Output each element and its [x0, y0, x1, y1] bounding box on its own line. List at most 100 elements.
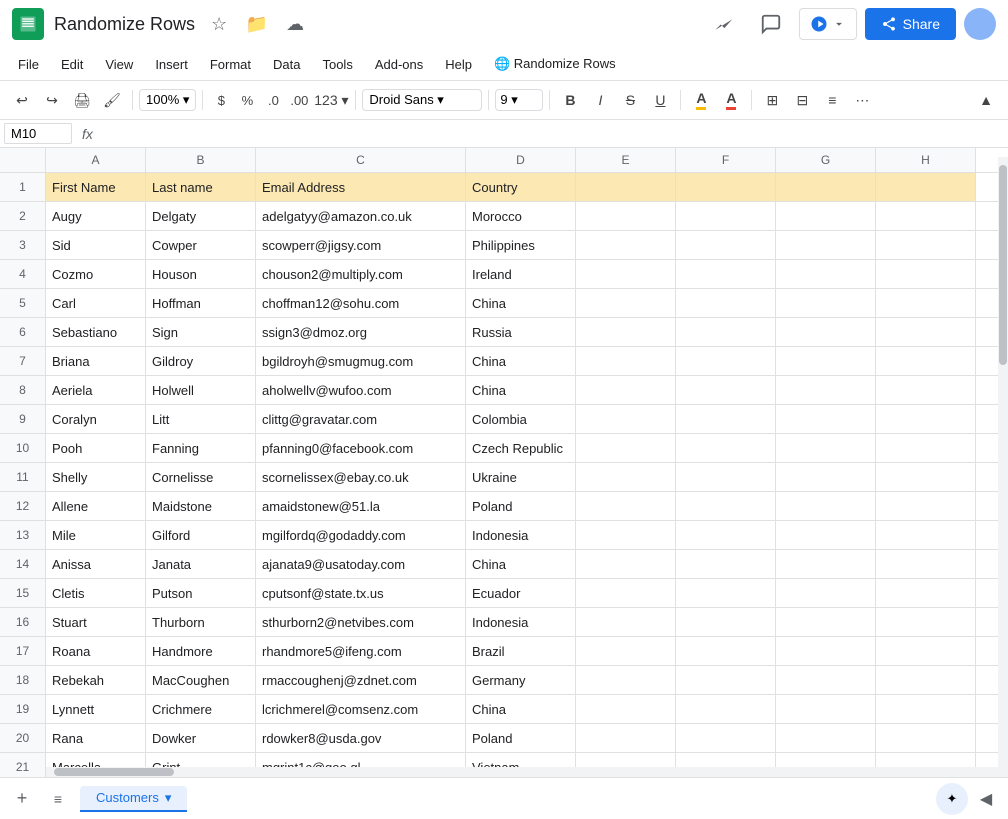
- cell-e7[interactable]: [576, 347, 676, 375]
- cell-a15[interactable]: Cletis: [46, 579, 146, 607]
- cell-b3[interactable]: Cowper: [146, 231, 256, 259]
- cell-h16[interactable]: [876, 608, 976, 636]
- cell-c7[interactable]: bgildroyh@smugmug.com: [256, 347, 466, 375]
- cell-g4[interactable]: [776, 260, 876, 288]
- font-size-selector[interactable]: 9 ▾: [495, 89, 543, 111]
- cell-g19[interactable]: [776, 695, 876, 723]
- cell-a1[interactable]: First Name: [46, 173, 146, 201]
- cell-f11[interactable]: [676, 463, 776, 491]
- menu-edit[interactable]: Edit: [51, 53, 93, 76]
- sheet-tab-customers[interactable]: Customers ▾: [80, 786, 187, 812]
- horizontal-scrollbar[interactable]: [46, 767, 998, 777]
- cell-d18[interactable]: Germany: [466, 666, 576, 694]
- cell-h4[interactable]: [876, 260, 976, 288]
- cell-e4[interactable]: [576, 260, 676, 288]
- cell-c20[interactable]: rdowker8@usda.gov: [256, 724, 466, 752]
- cell-c14[interactable]: ajanata9@usatoday.com: [256, 550, 466, 578]
- cell-c9[interactable]: clittg@gravatar.com: [256, 405, 466, 433]
- explore-button[interactable]: ✦: [936, 783, 968, 815]
- cell-b1[interactable]: Last name: [146, 173, 256, 201]
- comment-icon[interactable]: [751, 4, 791, 44]
- cell-e17[interactable]: [576, 637, 676, 665]
- italic-button[interactable]: I: [586, 86, 614, 114]
- cell-f20[interactable]: [676, 724, 776, 752]
- cell-b18[interactable]: MacCoughen: [146, 666, 256, 694]
- cell-d3[interactable]: Philippines: [466, 231, 576, 259]
- cell-c5[interactable]: choffman12@sohu.com: [256, 289, 466, 317]
- cell-h7[interactable]: [876, 347, 976, 375]
- cell-c18[interactable]: rmaccoughenj@zdnet.com: [256, 666, 466, 694]
- cloud-icon[interactable]: ☁: [281, 10, 309, 38]
- cell-a9[interactable]: Coralyn: [46, 405, 146, 433]
- cell-f10[interactable]: [676, 434, 776, 462]
- cell-f5[interactable]: [676, 289, 776, 317]
- cell-d9[interactable]: Colombia: [466, 405, 576, 433]
- cell-d4[interactable]: Ireland: [466, 260, 576, 288]
- cell-a5[interactable]: Carl: [46, 289, 146, 317]
- cell-h1[interactable]: [876, 173, 976, 201]
- merge-button[interactable]: ⊟: [788, 86, 816, 114]
- cell-g17[interactable]: [776, 637, 876, 665]
- cell-h20[interactable]: [876, 724, 976, 752]
- redo-button[interactable]: ↪: [38, 86, 66, 114]
- cell-a13[interactable]: Mile: [46, 521, 146, 549]
- cell-g12[interactable]: [776, 492, 876, 520]
- cell-f14[interactable]: [676, 550, 776, 578]
- cell-c16[interactable]: sthurborn2@netvibes.com: [256, 608, 466, 636]
- cell-c4[interactable]: chouson2@multiply.com: [256, 260, 466, 288]
- cell-a11[interactable]: Shelly: [46, 463, 146, 491]
- decimal-dec-button[interactable]: .0: [261, 86, 285, 114]
- number-format-button[interactable]: 123 ▾: [313, 86, 349, 114]
- meet-icon[interactable]: [703, 4, 743, 44]
- cell-g16[interactable]: [776, 608, 876, 636]
- cell-e1[interactable]: [576, 173, 676, 201]
- col-header-g[interactable]: G: [776, 148, 876, 172]
- percent-button[interactable]: %: [235, 86, 259, 114]
- col-header-e[interactable]: E: [576, 148, 676, 172]
- cell-g10[interactable]: [776, 434, 876, 462]
- col-header-h[interactable]: H: [876, 148, 976, 172]
- cell-b17[interactable]: Handmore: [146, 637, 256, 665]
- cell-b6[interactable]: Sign: [146, 318, 256, 346]
- cell-a14[interactable]: Anissa: [46, 550, 146, 578]
- cell-c6[interactable]: ssign3@dmoz.org: [256, 318, 466, 346]
- cell-d19[interactable]: China: [466, 695, 576, 723]
- cell-b20[interactable]: Dowker: [146, 724, 256, 752]
- cell-c3[interactable]: scowperr@jigsy.com: [256, 231, 466, 259]
- cell-f19[interactable]: [676, 695, 776, 723]
- menu-view[interactable]: View: [95, 53, 143, 76]
- cell-e11[interactable]: [576, 463, 676, 491]
- font-selector[interactable]: Droid Sans ▾: [362, 89, 482, 111]
- cell-d5[interactable]: China: [466, 289, 576, 317]
- cell-g15[interactable]: [776, 579, 876, 607]
- cell-a17[interactable]: Roana: [46, 637, 146, 665]
- cell-h19[interactable]: [876, 695, 976, 723]
- cell-d15[interactable]: Ecuador: [466, 579, 576, 607]
- cell-e19[interactable]: [576, 695, 676, 723]
- cell-a7[interactable]: Briana: [46, 347, 146, 375]
- menu-insert[interactable]: Insert: [145, 53, 198, 76]
- cell-a2[interactable]: Augy: [46, 202, 146, 230]
- cell-c12[interactable]: amaidstonew@51.la: [256, 492, 466, 520]
- cell-f9[interactable]: [676, 405, 776, 433]
- vertical-scrollbar[interactable]: [998, 157, 1008, 777]
- cell-b5[interactable]: Hoffman: [146, 289, 256, 317]
- cell-h18[interactable]: [876, 666, 976, 694]
- cell-e10[interactable]: [576, 434, 676, 462]
- underline-button[interactable]: U: [646, 86, 674, 114]
- menu-format[interactable]: Format: [200, 53, 261, 76]
- cell-f16[interactable]: [676, 608, 776, 636]
- cell-f17[interactable]: [676, 637, 776, 665]
- cell-a12[interactable]: Allene: [46, 492, 146, 520]
- share-button[interactable]: Share: [865, 8, 956, 40]
- user-avatar[interactable]: [964, 8, 996, 40]
- cell-f4[interactable]: [676, 260, 776, 288]
- cell-d13[interactable]: Indonesia: [466, 521, 576, 549]
- cell-g9[interactable]: [776, 405, 876, 433]
- menu-randomize[interactable]: 🌐 Randomize Rows: [484, 52, 626, 76]
- sheets-menu-button[interactable]: ≡: [44, 785, 72, 813]
- cell-g7[interactable]: [776, 347, 876, 375]
- cell-b4[interactable]: Houson: [146, 260, 256, 288]
- cell-c10[interactable]: pfanning0@facebook.com: [256, 434, 466, 462]
- print-button[interactable]: 🖨: [68, 86, 96, 114]
